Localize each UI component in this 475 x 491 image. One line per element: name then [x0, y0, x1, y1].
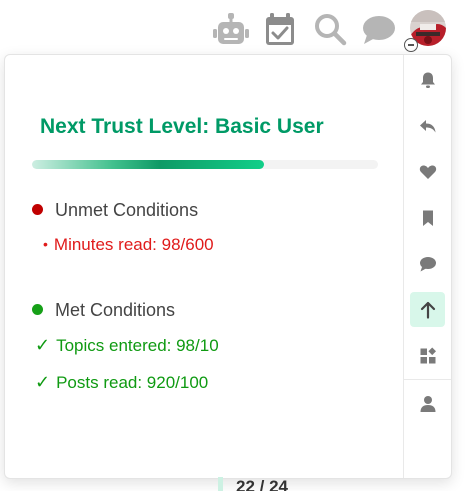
trust-progress-bar [32, 160, 378, 169]
tab-notifications[interactable] [410, 62, 445, 97]
tab-trust-level[interactable] [410, 292, 445, 327]
heart-icon [419, 163, 437, 181]
met-condition-label: Topics entered: 98/10 [56, 336, 219, 355]
trust-progress-fill [32, 160, 264, 169]
page: Next Trust Level: Basic User Unmet Condi… [0, 0, 475, 491]
met-condition-item: ✓ Topics entered: 98/10 [35, 335, 219, 356]
status-indicator-icon [404, 38, 418, 52]
unmet-conditions-heading: Unmet Conditions [32, 200, 198, 221]
checkmark-icon: ✓ [35, 372, 51, 392]
met-condition-item: ✓ Posts read: 920/100 [35, 372, 208, 393]
widgets-icon [419, 347, 437, 365]
user-menu-panel: Next Trust Level: Basic User Unmet Condi… [4, 54, 452, 479]
met-bullet-icon [32, 304, 43, 315]
unmet-condition-item: • Minutes read: 98/600 [43, 235, 214, 255]
unmet-condition-label: Minutes read: 98/600 [53, 235, 214, 254]
trust-level-title: Next Trust Level: Basic User [40, 115, 324, 138]
user-icon [419, 395, 437, 413]
chat-bubble-icon [419, 255, 437, 273]
tab-replies[interactable] [410, 108, 445, 143]
checkmark-icon: ✓ [35, 335, 51, 355]
tab-bookmarks[interactable] [410, 200, 445, 235]
header-icons [200, 8, 470, 52]
tab-other[interactable] [410, 338, 445, 373]
sidebar-divider [404, 379, 451, 380]
timeline-scroll-indicator[interactable] [218, 477, 223, 491]
search-icon[interactable] [313, 12, 347, 48]
arrow-up-icon [419, 301, 437, 319]
tab-likes[interactable] [410, 154, 445, 189]
user-avatar-button[interactable] [404, 10, 446, 52]
tab-messages[interactable] [410, 246, 445, 281]
tab-profile[interactable] [410, 386, 445, 421]
met-condition-label: Posts read: 920/100 [56, 373, 209, 392]
bell-icon [419, 71, 437, 89]
unmet-conditions-label: Unmet Conditions [55, 200, 199, 220]
user-menu-tabs [403, 55, 451, 478]
unmet-bullet-icon [32, 204, 43, 215]
chat-bubble-icon[interactable] [361, 12, 397, 48]
bookmark-icon [419, 209, 437, 227]
met-conditions-heading: Met Conditions [32, 300, 175, 321]
post-counter: 22 / 24 [236, 477, 288, 491]
calendar-check-icon[interactable] [263, 12, 297, 48]
met-conditions-label: Met Conditions [55, 300, 176, 320]
robot-icon[interactable] [211, 12, 251, 48]
bullet-icon: • [43, 236, 48, 252]
reply-icon [419, 117, 437, 135]
trust-level-content: Next Trust Level: Basic User Unmet Condi… [5, 55, 403, 478]
